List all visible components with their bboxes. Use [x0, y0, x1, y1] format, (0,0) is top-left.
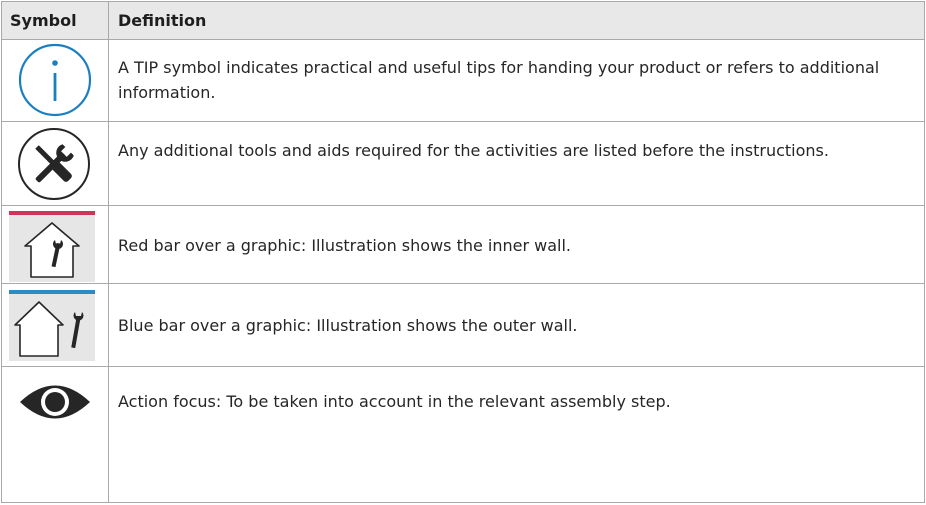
symbol-definition-table: Symbol Definition A TIP symbol indicates… — [1, 1, 925, 503]
table-row: Any additional tools and aids required f… — [2, 122, 924, 206]
definition-text: Blue bar over a graphic: Illustration sh… — [118, 316, 578, 335]
inner-wall-graphic — [9, 211, 95, 289]
table-header: Symbol Definition — [2, 2, 924, 40]
table-row: Blue bar over a graphic: Illustration sh… — [2, 284, 924, 367]
tools-icon — [18, 128, 90, 200]
definition-text: Any additional tools and aids required f… — [118, 141, 829, 160]
table-row: Red bar over a graphic: Illustration sho… — [2, 206, 924, 284]
header-definition: Definition — [118, 11, 207, 30]
table-row: Action focus: To be taken into account i… — [2, 367, 924, 504]
house-icon — [9, 294, 95, 361]
info-circle-icon — [18, 43, 92, 117]
definition-text: Action focus: To be taken into account i… — [118, 392, 671, 411]
definition-text: Red bar over a graphic: Illustration sho… — [118, 236, 572, 255]
column-divider — [108, 2, 109, 502]
table-row: A TIP symbol indicates practical and use… — [2, 40, 924, 122]
definition-text: A TIP symbol indicates practical and use… — [118, 58, 880, 102]
eye-icon — [20, 385, 90, 419]
house-icon — [9, 215, 95, 282]
house-outer-wall-icon — [9, 290, 95, 368]
header-symbol: Symbol — [10, 11, 77, 30]
